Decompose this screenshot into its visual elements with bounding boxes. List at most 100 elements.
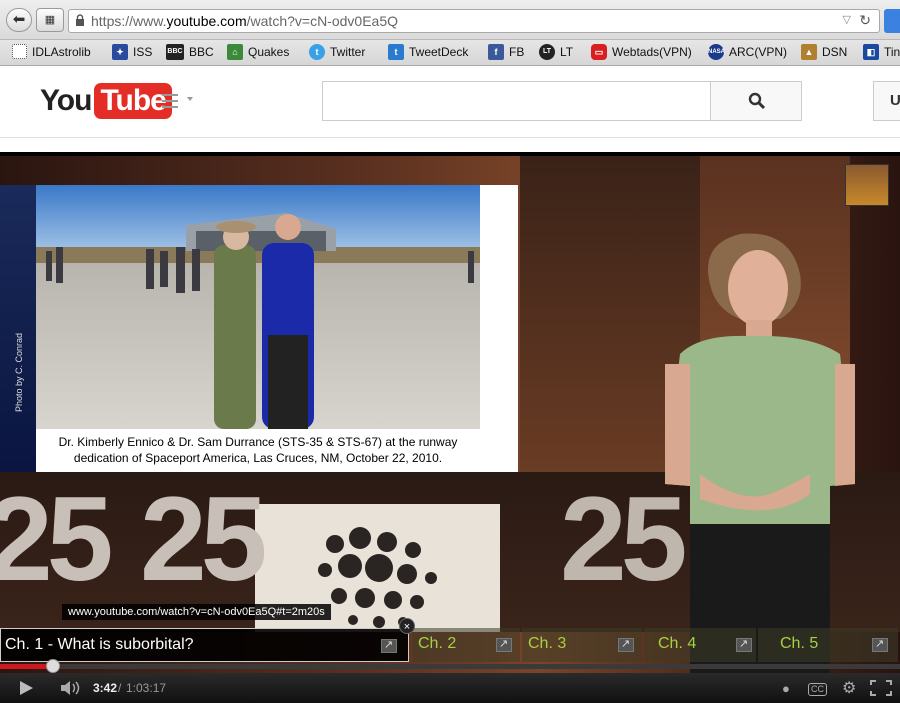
chapter-3-annotation[interactable]: Ch. 3 — [522, 628, 642, 662]
chevron-down-icon — [187, 97, 193, 101]
bookmark-quakes[interactable]: ⌂ Quakes — [227, 44, 289, 60]
bookmark-iss[interactable]: ✦ ISS — [112, 44, 152, 60]
bookmark-label: LT — [560, 45, 574, 59]
back-arrow-icon[interactable]: ⬅ — [6, 8, 32, 32]
time-total: 1:03:17 — [126, 681, 167, 695]
bookmark-fb[interactable]: f FB — [488, 44, 524, 60]
url-path: /watch?v=cN-odv0Ea5Q — [246, 13, 398, 29]
channel-branding-thumbnail[interactable] — [845, 164, 889, 206]
url-prefix: https://www. — [91, 13, 167, 29]
upload-label: U — [890, 92, 900, 109]
url-text: https://www.youtube.com/watch?v=cN-odv0E… — [91, 13, 398, 29]
logo-tube: Tube — [94, 83, 172, 119]
bookmark-label: ARC(VPN) — [729, 45, 788, 59]
facebook-icon: f — [488, 44, 504, 60]
chapter-2-label: Ch. 2 — [418, 635, 457, 652]
tin-icon: ◧ — [863, 44, 879, 60]
url-dropdown-icon[interactable]: ▽ — [843, 13, 851, 26]
chapter-2-annotation[interactable]: Ch. 2 — [412, 628, 520, 662]
dsn-icon: ▲ — [801, 44, 817, 60]
upload-button[interactable]: U — [873, 81, 900, 121]
bookmark-lt[interactable]: LT LT — [539, 44, 573, 60]
play-icon[interactable] — [20, 681, 33, 695]
slide-caption: Dr. Kimberly Ennico & Dr. Sam Durrance (… — [30, 434, 486, 466]
bbc-icon: BBC — [166, 44, 184, 60]
bookmark-label: Twitter — [330, 45, 366, 59]
stage-25-graphic: 25 — [140, 472, 268, 606]
photo-credit: Photo by C. Conrad — [14, 332, 24, 412]
slide-left-strip — [0, 185, 36, 472]
spaceport-photo-graphic — [36, 185, 480, 429]
url-domain: youtube.com — [166, 13, 247, 29]
external-link-icon — [736, 637, 752, 652]
twitter-bird-icon: t — [309, 44, 325, 60]
bookmark-arc[interactable]: NASA ARC(VPN) — [708, 44, 787, 60]
bookmark-label: Webtads(VPN) — [612, 45, 692, 59]
dotted-box-icon — [12, 44, 27, 59]
chapter-link-tooltip: www.youtube.com/watch?v=cN-odv0Ea5Q#t=2m… — [62, 604, 331, 620]
bookmark-label: IDLAstrolib — [32, 44, 91, 59]
speaker-figure — [665, 233, 855, 694]
external-link-icon — [381, 638, 397, 653]
external-link-icon — [872, 637, 888, 652]
progress-bar[interactable] — [0, 664, 900, 669]
iss-icon: ✦ — [112, 44, 128, 60]
slide-photo — [36, 185, 480, 429]
captions-icon[interactable]: CC — [808, 683, 827, 696]
logo-you: You — [40, 84, 92, 117]
search-icon — [748, 92, 766, 110]
player-control-bar: 3:42 / 1:03:17 ● CC ⚙ — [0, 673, 900, 703]
time-separator: / — [118, 681, 122, 695]
lt-icon: LT — [539, 44, 555, 60]
bookmark-tin[interactable]: ◧ Tin — [863, 44, 900, 60]
guide-menu-icon[interactable] — [162, 94, 184, 108]
bookmark-idlastrolib[interactable]: IDLAstrolib — [12, 44, 91, 59]
youtube-logo[interactable]: You Tube — [40, 83, 172, 119]
chapter-4-label: Ch. 4 — [658, 635, 697, 652]
bookmark-tweetdeck[interactable]: t TweetDeck — [388, 44, 468, 60]
watch-later-icon[interactable]: ● — [782, 681, 790, 696]
bookmark-label: FB — [509, 45, 525, 59]
volume-icon[interactable] — [60, 681, 82, 695]
address-bar[interactable]: https://www.youtube.com/watch?v=cN-odv0E… — [68, 9, 880, 33]
slide-caption-line2: dedication of Spaceport America, Las Cru… — [73, 451, 443, 465]
webtads-icon: ▭ — [591, 44, 607, 60]
tweetdeck-icon: t — [388, 44, 404, 60]
chapter-4-annotation[interactable]: Ch. 4 — [644, 628, 756, 662]
chapter-3-label: Ch. 3 — [528, 635, 567, 652]
grid-apps-icon[interactable]: ▦ — [36, 8, 64, 32]
search-button[interactable] — [710, 81, 802, 121]
slide-caption-line1: Dr. Kimberly Ennico & Dr. Sam Durrance (… — [58, 435, 458, 449]
bookmark-label: BBC — [189, 45, 214, 59]
chapter-1-label: Ch. 1 - What is suborbital? — [5, 636, 194, 653]
video-player[interactable]: 25 25 25 Photo by C. Conrad Dr. Kimberly… — [0, 152, 900, 703]
external-link-icon — [618, 637, 634, 652]
quakes-icon: ⌂ — [227, 44, 243, 60]
chapter-1-annotation[interactable]: Ch. 1 - What is suborbital? — [0, 628, 409, 662]
bookmark-label: DSN — [822, 45, 848, 59]
search-input[interactable] — [322, 81, 711, 121]
youtube-header: You Tube U — [0, 66, 900, 138]
reload-icon[interactable]: ↻ — [859, 12, 871, 29]
browser-toolbar: ⬅ ▦ https://www.youtube.com/watch?v=cN-o… — [0, 0, 900, 40]
bookmark-bbc[interactable]: BBC BBC — [166, 44, 214, 60]
progress-scrubber-handle[interactable] — [46, 659, 60, 673]
external-link-icon — [496, 637, 512, 652]
gear-icon[interactable]: ⚙ — [842, 678, 856, 698]
bookmark-label: TweetDeck — [409, 45, 469, 59]
fullscreen-icon[interactable] — [870, 680, 892, 696]
bookmark-label: Tin — [884, 45, 900, 59]
extension-button[interactable] — [884, 9, 900, 33]
chapter-5-annotation[interactable]: Ch. 5 — [758, 628, 898, 662]
nasa-icon: NASA — [708, 44, 725, 60]
time-current: 3:42 — [93, 681, 118, 695]
lock-icon — [76, 14, 84, 26]
bookmark-webtads[interactable]: ▭ Webtads(VPN) — [591, 44, 692, 60]
bookmarks-bar: IDLAstrolib ✦ ISS BBC BBC ⌂ Quakes t Twitter… — [0, 40, 900, 66]
stage-25-graphic: 25 — [0, 472, 114, 606]
bookmark-twitter[interactable]: t Twitter — [309, 44, 365, 60]
bookmark-dsn[interactable]: ▲ DSN — [801, 44, 847, 60]
chapter-5-label: Ch. 5 — [780, 635, 819, 652]
bookmark-label: ISS — [133, 45, 153, 59]
bookmark-label: Quakes — [248, 45, 290, 59]
